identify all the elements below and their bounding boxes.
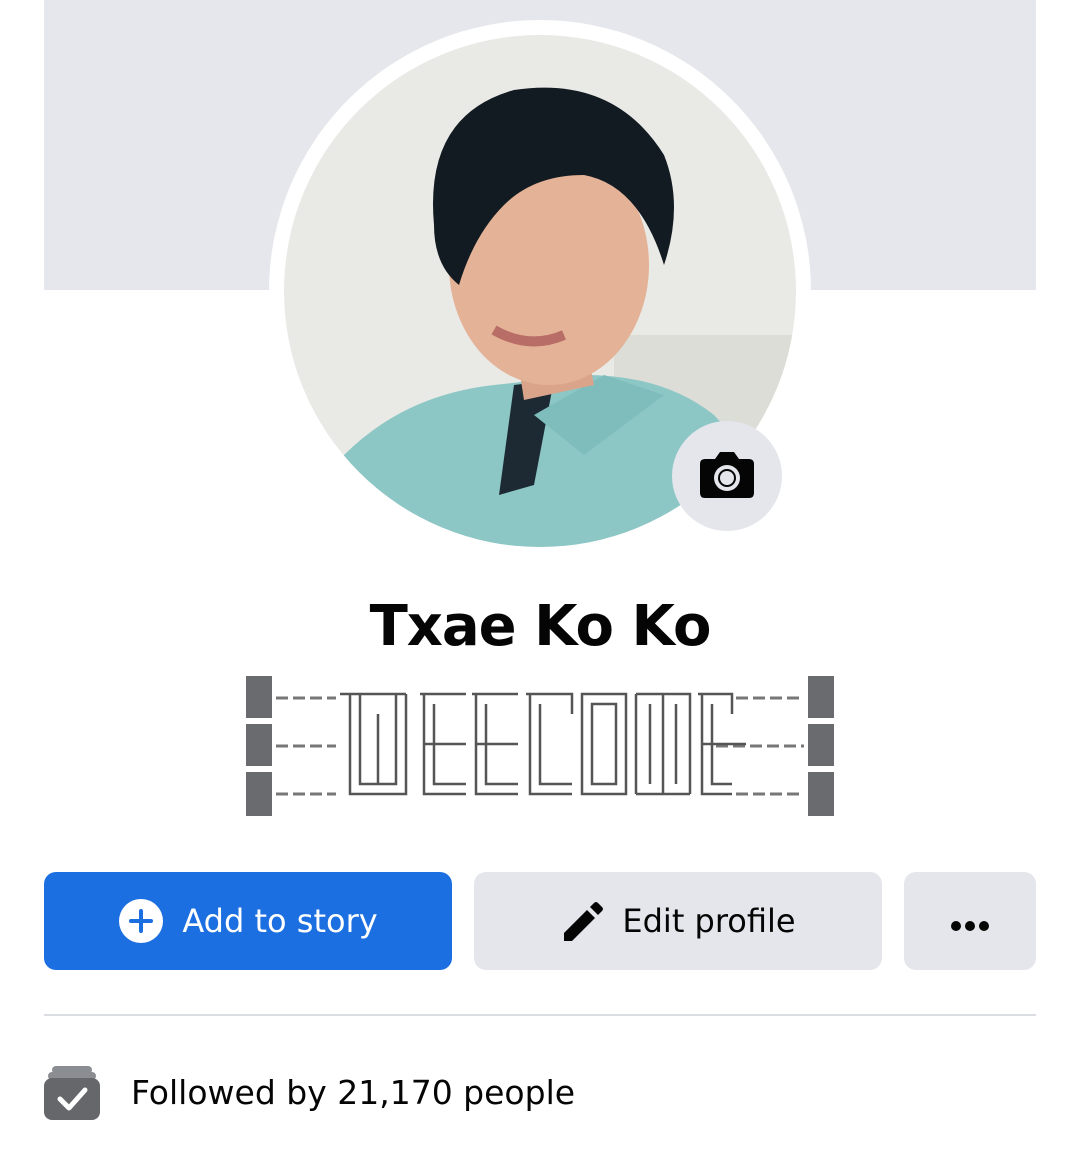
more-dots-icon: [950, 902, 990, 940]
add-to-story-button[interactable]: Add to story: [44, 872, 452, 970]
followers-row[interactable]: Followed by 21,170 people: [44, 1062, 575, 1122]
edit-profile-button[interactable]: Edit profile: [474, 872, 882, 970]
add-to-story-label: Add to story: [182, 902, 378, 940]
profile-bio: [246, 674, 834, 818]
plus-circle-icon: [118, 898, 164, 944]
followers-check-icon: [44, 1064, 100, 1120]
more-options-button[interactable]: [904, 872, 1036, 970]
bio-ascii-art: [246, 676, 834, 822]
section-divider: [44, 1014, 1036, 1016]
followers-text: Followed by 21,170 people: [131, 1072, 576, 1112]
profile-name: Txae Ko Ko: [369, 594, 712, 659]
camera-icon: [699, 449, 755, 503]
change-profile-picture-button[interactable]: [672, 421, 782, 531]
pencil-icon: [560, 899, 604, 943]
edit-profile-label: Edit profile: [622, 902, 796, 940]
